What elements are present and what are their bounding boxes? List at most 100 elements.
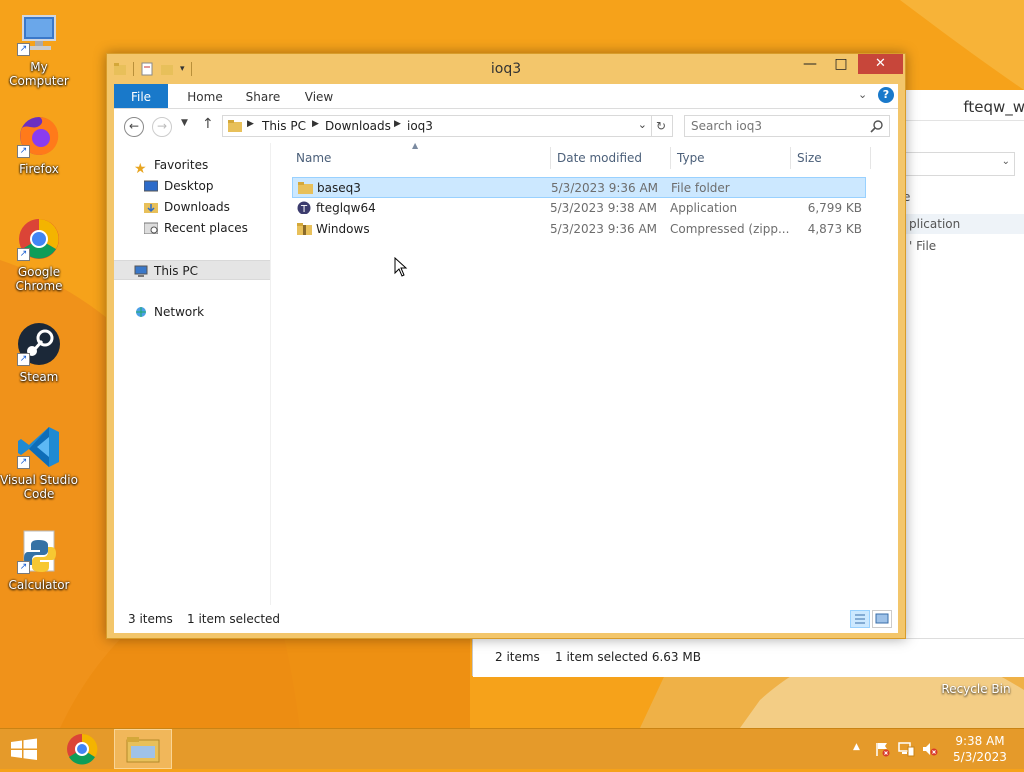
tab-file[interactable]: File: [114, 84, 168, 108]
nav-label: This PC: [154, 264, 198, 278]
file-date: 5/3/2023 9:36 AM: [550, 222, 658, 236]
nav-label: Desktop: [164, 179, 214, 193]
breadcrumb-separator-icon[interactable]: ▶: [312, 119, 319, 129]
nav-label: Network: [154, 305, 205, 319]
desktop-icon-label: Steam: [19, 370, 59, 384]
folder-icon: [298, 182, 313, 194]
details-view-button[interactable]: [850, 610, 870, 628]
nav-favorites[interactable]: ★ Favorites: [134, 155, 209, 177]
file-type: File folder: [671, 181, 730, 195]
breadcrumb-downloads[interactable]: Downloads: [325, 119, 391, 133]
column-divider[interactable]: [670, 147, 671, 169]
up-arrow-icon[interactable]: ↑: [202, 116, 214, 132]
chevron-down-icon: ⌄: [1001, 156, 1010, 167]
clock-time: 9:38 AM: [955, 734, 1005, 748]
large-icons-view-icon: [875, 613, 889, 624]
tab-share[interactable]: Share: [236, 84, 290, 108]
tab-view[interactable]: View: [292, 84, 346, 108]
nav-recent-places[interactable]: Recent places: [144, 218, 248, 238]
minimize-button[interactable]: —: [796, 54, 824, 74]
explorer-window[interactable]: ▾ ioq3 — □ ✕ File Home Share View ⌄ ? ← …: [106, 53, 906, 639]
taskbar-file-explorer-button[interactable]: [114, 729, 172, 769]
status-bar: 3 items 1 item selected: [114, 605, 898, 633]
address-bar[interactable]: ▶ This PC ▶ Downloads ▶ ioq3 ⌄: [222, 115, 652, 137]
nav-network[interactable]: Network: [134, 302, 204, 322]
volume-muted-icon[interactable]: [921, 741, 939, 757]
shortcut-arrow-icon: ↗: [17, 145, 30, 158]
file-row[interactable]: baseq3 5/3/2023 9:36 AM File folder: [292, 177, 866, 198]
status-selection: 1 item selected 6.63 MB: [555, 650, 701, 664]
file-row[interactable]: Windows 5/3/2023 9:36 AM Compressed (zip…: [292, 219, 866, 240]
maximize-button[interactable]: □: [824, 54, 858, 74]
file-explorer-icon: [126, 737, 160, 763]
app-icon: T: [297, 201, 311, 214]
desktop-icon-steam[interactable]: ↗ Steam: [0, 320, 78, 384]
address-bar[interactable]: ⌄: [903, 152, 1015, 176]
desktop-icon-google-chrome[interactable]: ↗ Google Chrome: [0, 215, 78, 293]
column-header-type[interactable]: Type: [677, 151, 705, 165]
network-icon[interactable]: [897, 741, 915, 757]
close-button[interactable]: ✕: [858, 54, 903, 74]
refresh-button[interactable]: ↻: [650, 115, 673, 137]
title-bar[interactable]: ▾ ioq3 — □ ✕: [107, 54, 905, 84]
column-header-size[interactable]: Size: [797, 151, 822, 165]
breadcrumb-this-pc[interactable]: This PC: [262, 119, 306, 133]
desktop-icon-recycle-bin[interactable]: Recycle Bin: [936, 682, 1016, 696]
chevron-down-icon[interactable]: ⌄: [638, 118, 647, 131]
zip-folder-icon: [297, 223, 312, 235]
folder-icon: [228, 120, 242, 132]
back-button[interactable]: ←: [124, 117, 144, 137]
taskbar-chrome-button[interactable]: [58, 729, 106, 769]
search-icon[interactable]: [870, 119, 884, 133]
system-clock[interactable]: 9:38 AM 5/3/2023: [946, 733, 1014, 765]
file-date: 5/3/2023 9:38 AM: [550, 201, 658, 215]
desktop-icon-my-computer[interactable]: ↗ My Computer: [0, 10, 78, 88]
recent-locations-chevron-icon[interactable]: ▼: [181, 118, 188, 128]
desktop-icon: [144, 180, 158, 191]
nav-label: Recent places: [164, 221, 248, 235]
nav-downloads[interactable]: Downloads: [144, 197, 230, 217]
breadcrumb-separator-icon[interactable]: ▶: [247, 119, 254, 129]
details-view-icon: [855, 614, 865, 624]
breadcrumb-ioq3[interactable]: ioq3: [407, 119, 433, 133]
taskbar: ▲ 9:38 AM 5/3/2023: [0, 728, 1024, 769]
column-header-name[interactable]: Name: [296, 151, 331, 165]
desktop-icon-label: Google Chrome: [15, 265, 63, 293]
desktop-icon-label: Visual Studio Code: [0, 473, 78, 501]
file-list: ▲ Name Date modified Type Size baseq3 5/…: [286, 141, 898, 605]
column-divider[interactable]: [790, 147, 791, 169]
desktop-icon-visual-studio-code[interactable]: ↗ Visual Studio Code: [0, 423, 78, 501]
chevron-down-icon[interactable]: ⌄: [858, 88, 867, 101]
tab-home[interactable]: Home: [178, 84, 232, 108]
chevron-up-icon[interactable]: ▲: [853, 742, 860, 752]
column-divider[interactable]: [870, 147, 871, 169]
search-box[interactable]: [684, 115, 890, 137]
breadcrumb-separator-icon[interactable]: ▶: [394, 119, 401, 129]
help-icon[interactable]: ?: [878, 87, 894, 103]
windows-logo-icon: [11, 738, 37, 760]
start-button[interactable]: [0, 729, 48, 769]
forward-button[interactable]: →: [152, 117, 172, 137]
file-type: Application: [670, 201, 738, 215]
column-header-date[interactable]: Date modified: [557, 151, 642, 165]
nav-desktop[interactable]: Desktop: [144, 176, 214, 196]
large-icons-view-button[interactable]: [872, 610, 892, 628]
file-row[interactable]: T fteglqw64 5/3/2023 9:38 AM Application…: [292, 198, 866, 219]
divider: [903, 120, 1024, 121]
shortcut-arrow-icon: ↗: [17, 43, 30, 56]
search-input[interactable]: [689, 118, 863, 134]
file-date: 5/3/2023 9:36 AM: [551, 181, 659, 195]
flag-icon[interactable]: [874, 741, 890, 757]
content-area: ★ Favorites Desktop Downloads Recent plac…: [114, 141, 898, 605]
recent-places-icon: [144, 222, 158, 234]
desktop-icon-firefox[interactable]: ↗ Firefox: [0, 112, 78, 176]
desktop-icon-calculator[interactable]: ↗ Calculator: [0, 528, 78, 592]
column-header-row: plication: [903, 214, 1024, 234]
nav-label: Favorites: [154, 158, 209, 172]
sort-ascending-icon: ▲: [412, 141, 419, 150]
nav-this-pc[interactable]: This PC: [114, 260, 270, 280]
column-divider[interactable]: [550, 147, 551, 169]
shortcut-arrow-icon: ↗: [17, 456, 30, 469]
file-size: 6,799 KB: [807, 201, 862, 215]
desktop-icon-label: Firefox: [19, 162, 59, 176]
